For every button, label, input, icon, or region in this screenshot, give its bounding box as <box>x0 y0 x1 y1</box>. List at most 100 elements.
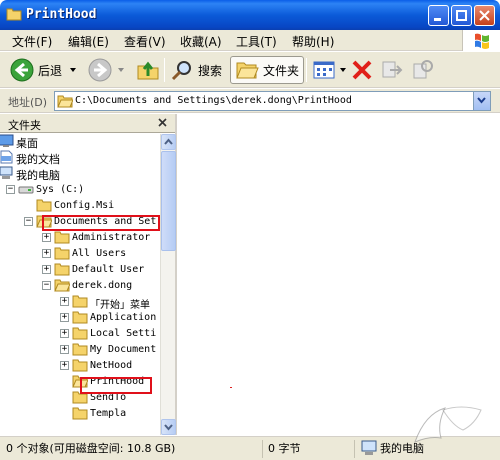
collapse-icon[interactable]: − <box>6 184 15 194</box>
tree-item-label: Application <box>90 312 157 323</box>
window-title: PrintHood <box>26 7 97 22</box>
chevron-down-icon <box>70 68 77 72</box>
folder-icon <box>6 8 22 21</box>
folder-icon <box>72 342 88 356</box>
my-documents-icon <box>0 150 14 164</box>
folder-open-icon <box>54 278 71 292</box>
tree-item-label: All Users <box>72 248 127 259</box>
menu-view[interactable]: 查看(V) <box>124 33 166 50</box>
expand-icon[interactable]: + <box>42 248 51 258</box>
tree-item-label: 我的电脑 <box>16 169 60 182</box>
tree-item-label: 我的文档 <box>16 153 60 166</box>
expander-glyph: + <box>43 232 50 242</box>
menu-file[interactable]: 文件(F) <box>12 33 52 50</box>
file-list-area[interactable] <box>179 114 500 435</box>
expand-icon[interactable]: + <box>60 344 69 354</box>
address-input[interactable]: C:\Documents and Settings\derek.dong\Pri… <box>54 91 491 111</box>
address-dropdown-button[interactable] <box>473 92 490 110</box>
toolbar-separator <box>306 58 307 82</box>
status-divider <box>354 440 355 458</box>
up-folder-icon <box>137 61 159 80</box>
chevron-down-icon <box>477 97 486 104</box>
tree-item-label: Sys (C:) <box>36 184 85 195</box>
folder-icon <box>72 310 88 324</box>
minimize-button[interactable] <box>428 5 449 26</box>
folder-open-icon <box>236 62 259 79</box>
folders-label: 文件夹 <box>263 63 300 78</box>
expander-glyph: − <box>43 280 50 290</box>
address-bar: 地址(D) C:\Documents and Settings\derek.do… <box>0 89 500 113</box>
copy-to-icon <box>413 60 433 79</box>
folder-pane-title: 文件夹 <box>8 119 41 132</box>
search-button[interactable]: 搜索 <box>170 56 222 84</box>
maximize-button[interactable] <box>451 5 472 26</box>
search-label: 搜索 <box>198 63 223 78</box>
delete-x-icon <box>352 60 372 80</box>
expander-glyph: + <box>61 296 68 306</box>
tree-item-label: Config.Msi <box>54 200 115 211</box>
move-to-icon <box>382 61 403 78</box>
collapse-icon[interactable]: − <box>24 216 33 226</box>
up-folder-button[interactable] <box>136 56 160 84</box>
close-button[interactable] <box>474 5 495 26</box>
highlight-box-documents <box>42 215 160 231</box>
folder-icon <box>72 294 88 308</box>
folder-pane-header: 文件夹 <box>0 114 175 133</box>
tree-item-label: 桌面 <box>16 137 38 150</box>
title-bar[interactable]: PrintHood <box>0 0 500 30</box>
tree-item-label: Default User <box>72 264 145 275</box>
maximize-icon <box>456 10 467 21</box>
delete-button[interactable] <box>350 56 374 84</box>
scroll-thumb[interactable] <box>161 151 176 251</box>
expand-icon[interactable]: + <box>42 232 51 242</box>
toolbar: 后退 搜索 文件夹 <box>0 52 500 88</box>
tree-item-label: 「开始」菜单 <box>90 300 150 311</box>
expander-glyph: + <box>61 360 68 370</box>
menu-favorites[interactable]: 收藏(A) <box>180 33 222 50</box>
views-button[interactable] <box>312 56 348 84</box>
address-value: C:\Documents and Settings\derek.dong\Pri… <box>75 95 352 106</box>
windows-flag-icon <box>475 33 489 49</box>
forward-button[interactable] <box>88 56 126 84</box>
search-icon <box>171 61 191 81</box>
expander-glyph: − <box>25 216 32 226</box>
back-button[interactable]: 后退 <box>10 56 78 84</box>
expander-glyph: + <box>61 344 68 354</box>
chevron-down-icon <box>340 68 346 72</box>
chevron-down-icon <box>164 424 173 431</box>
collapse-icon[interactable]: − <box>42 280 51 290</box>
highlight-box-printhood <box>80 377 152 394</box>
windows-logo <box>462 30 500 51</box>
tree-item-label: My Document <box>90 344 157 355</box>
expand-icon[interactable]: + <box>60 360 69 370</box>
scroll-up-button[interactable] <box>161 134 176 150</box>
back-label: 后退 <box>38 63 63 78</box>
forward-arrow-icon <box>88 58 112 82</box>
expander-glyph: − <box>7 184 14 194</box>
folder-icon <box>54 230 70 244</box>
close-icon[interactable] <box>156 116 169 129</box>
desktop-icon <box>0 134 14 148</box>
address-label: 地址(D) <box>8 96 48 109</box>
tree-item-label: NetHood <box>90 360 133 371</box>
menu-tools[interactable]: 工具(T) <box>236 33 277 50</box>
copy-to-button[interactable] <box>410 56 434 84</box>
expand-icon[interactable]: + <box>42 264 51 274</box>
tree-item-label: derek.dong <box>72 280 133 291</box>
menu-edit[interactable]: 编辑(E) <box>68 33 109 50</box>
vertical-scrollbar[interactable] <box>160 134 176 435</box>
folder-icon <box>36 198 52 212</box>
expand-icon[interactable]: + <box>60 296 69 306</box>
expander-glyph: + <box>43 264 50 274</box>
folders-button[interactable]: 文件夹 <box>230 56 305 84</box>
move-to-button[interactable] <box>380 56 404 84</box>
expand-icon[interactable]: + <box>60 328 69 338</box>
expand-icon[interactable]: + <box>60 312 69 322</box>
menu-help[interactable]: 帮助(H) <box>292 33 334 50</box>
views-icon <box>313 61 335 79</box>
menu-bar: 文件(F) 编辑(E) 查看(V) 收藏(A) 工具(T) 帮助(H) <box>0 30 500 51</box>
drive-icon <box>18 182 34 196</box>
folder-open-icon <box>57 95 73 108</box>
scroll-down-button[interactable] <box>161 419 176 435</box>
expander-glyph: + <box>61 328 68 338</box>
